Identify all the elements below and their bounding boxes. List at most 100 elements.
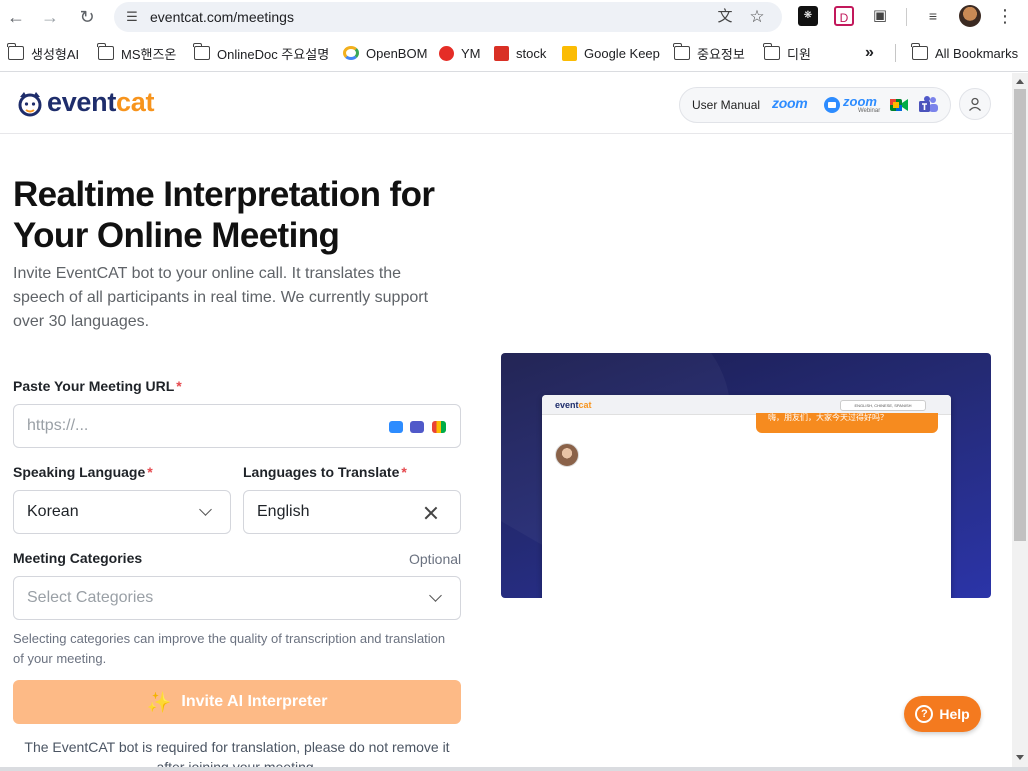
sparkle-icon: ✨ [146,691,172,714]
all-bookmarks-button[interactable]: All Bookmarks [911,43,1019,62]
folder-icon [911,43,928,60]
preview-translation-bubble: 嗨，朋友们，大家今天过得好吗？ [756,413,938,433]
stock-icon [494,45,509,61]
profile-avatar[interactable] [959,5,981,27]
speaking-language-value: Korean [27,503,79,520]
preview-logo-event: event [555,400,579,410]
clear-selection-icon[interactable] [422,504,440,522]
invite-ai-interpreter-button[interactable]: ✨ Invite AI Interpreter [13,680,461,724]
bookmarks-overflow-button[interactable]: » [865,44,874,62]
required-mark: * [147,464,153,480]
bookmark-label: 디원 [787,46,811,62]
openbom-icon [343,46,359,60]
folder-icon [673,43,690,60]
supported-platforms-pill[interactable]: User Manual zoom zoom Webinar [679,87,951,123]
scrollbar-thumb[interactable] [1014,89,1026,541]
bookmark-label: 중요정보 [697,46,745,62]
meet-mini-icon [432,421,446,433]
bot-footnote: The EventCAT bot is required for transla… [24,739,450,767]
address-bar[interactable]: ☰ eventcat.com/meetings 文 ☆ [114,2,782,32]
more-menu-icon[interactable]: ⋮ [996,5,1014,27]
user-icon [969,97,981,111]
participant-avatar [555,443,579,467]
media-queue-icon[interactable]: ≡ [923,6,943,26]
required-mark: * [401,464,407,480]
bookmark-label: stock [516,45,547,61]
bookmark-star-icon[interactable]: ☆ [748,8,766,26]
preview-logo: eventcat [555,400,592,410]
logo-wordmark: eventcat [47,87,154,118]
browser-toolbar: ← → ↻ ☰ eventcat.com/meetings 文 ☆ ❋ D ▣ … [0,0,1028,34]
back-arrow-icon[interactable]: ← [5,6,27,28]
zoom-webinar-sub: Webinar [858,108,881,114]
bookmark-label: OpenBOM [366,45,428,61]
folder-icon [193,43,210,60]
zoom-webinar-word: zoom [843,94,877,109]
bookmark-item[interactable]: 디원 [763,43,811,62]
bookmarks-divider [895,44,896,62]
translate-icon[interactable]: 文 [716,8,734,26]
teams-mini-icon [410,421,424,433]
site-header: eventcat User Manual zoom zoom Webinar [0,73,1012,134]
page-content: eventcat User Manual zoom zoom Webinar R… [0,73,1012,767]
categories-label: Meeting Categories [13,550,143,566]
bookmark-item[interactable]: OpenBOM [343,44,427,62]
logo-word-cat: cat [116,87,155,117]
scroll-up-arrow-icon[interactable] [1016,79,1024,84]
required-mark: * [176,378,182,394]
chevron-down-icon [199,503,212,516]
bookmark-item[interactable]: OnlineDoc 주요설명 [193,43,329,62]
zoom-logo: zoom [772,95,808,111]
translate-language-label: Languages to Translate * [243,464,407,480]
meeting-url-placeholder: https://... [27,417,89,434]
reload-icon[interactable]: ↻ [76,6,98,28]
chatgpt-extension-icon[interactable]: ❋ [798,6,818,26]
folder-icon [97,43,114,60]
categories-placeholder: Select Categories [27,589,154,606]
bookmark-item[interactable]: Google Keep [562,44,660,62]
preview-logo-cat: cat [578,400,592,410]
page-title: Realtime Interpretation for Your Online … [13,175,435,255]
bookmark-item[interactable]: 생성형AI [7,43,79,62]
toolbar-divider [906,8,907,26]
speaking-language-label-text: Speaking Language [13,464,146,480]
bookmark-item[interactable]: YM [439,44,481,62]
preview-window: eventcat ENGLISH, CHINESE, SPANISH 嗨，朋友们… [542,395,951,598]
scroll-down-arrow-icon[interactable] [1016,755,1024,760]
eventcat-logo[interactable]: eventcat [16,87,154,118]
speaking-language-select[interactable]: Korean [13,490,231,534]
page-subtitle: Invite EventCAT bot to your online call.… [13,265,429,330]
zoom-camera-icon [824,97,840,113]
bookmark-item[interactable]: MS핸즈온 [97,43,176,62]
microsoft-teams-icon [919,96,938,112]
categories-hint: Selecting categories can improve the qua… [13,631,446,666]
google-keep-icon [562,45,577,61]
extensions-puzzle-icon[interactable]: ▣ [870,6,890,26]
account-button[interactable] [959,88,991,120]
bookmarks-bar: 생성형AI MS핸즈온 OnlineDoc 주요설명 OpenBOM YM st… [0,34,1028,72]
google-meet-icon [890,99,908,111]
bookmark-item[interactable]: stock [494,44,546,62]
meeting-url-input[interactable]: https://... [13,404,461,448]
categories-select[interactable]: Select Categories [13,576,461,620]
page-scrollbar[interactable] [1012,73,1028,767]
invite-button-label: Invite AI Interpreter [181,693,328,710]
product-preview-image: eventcat ENGLISH, CHINESE, SPANISH 嗨，朋友们… [501,353,991,598]
extension-d-icon[interactable]: D [834,6,854,26]
bookmark-item[interactable]: 중요정보 [673,43,745,62]
all-bookmarks-label: All Bookmarks [935,45,1019,61]
site-info-icon[interactable]: ☰ [124,9,140,25]
preview-window-header: eventcat ENGLISH, CHINESE, SPANISH [542,395,951,415]
cat-logo-icon [18,91,42,116]
help-label: Help [939,706,970,722]
optional-label: Optional [409,551,462,567]
youtube-music-icon [439,45,454,61]
url-text[interactable]: eventcat.com/meetings [150,9,294,25]
folder-icon [7,43,24,60]
meeting-url-label-text: Paste Your Meeting URL [13,378,175,394]
help-button[interactable]: ? Help [904,696,981,732]
forward-arrow-icon[interactable]: → [39,6,61,28]
user-manual-link[interactable]: User Manual [692,98,760,112]
translate-language-select[interactable]: English [243,490,461,534]
question-icon: ? [915,705,934,723]
